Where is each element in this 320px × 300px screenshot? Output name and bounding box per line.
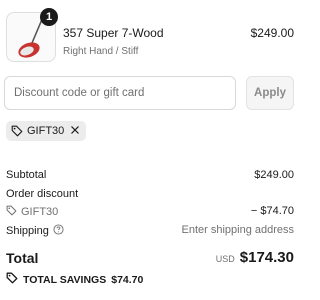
discount-code-input[interactable] xyxy=(4,76,236,110)
order-discount-code-row: GIFT30 − $74.70 xyxy=(6,205,294,219)
shipping-label: Shipping xyxy=(6,225,49,237)
total-label: Total xyxy=(6,250,39,266)
product-name: 357 Super 7-Wood xyxy=(63,26,164,40)
quantity-badge: 1 xyxy=(40,8,58,26)
subtotal-row: Subtotal $249.00 xyxy=(6,169,294,181)
order-discount-row: Order discount xyxy=(6,188,294,200)
order-discount-value: − $74.70 xyxy=(250,205,294,217)
shipping-value: Enter shipping address xyxy=(181,224,294,236)
total-savings-value: $74.70 xyxy=(111,273,144,286)
total-savings-label: TOTAL SAVINGS xyxy=(23,273,107,286)
order-discount-label: Order discount xyxy=(6,188,79,200)
subtotal-value: $249.00 xyxy=(254,169,294,181)
help-circle-icon[interactable] xyxy=(53,224,64,238)
total-amount: $174.30 xyxy=(239,249,294,266)
remove-discount-icon[interactable] xyxy=(70,125,80,138)
shipping-row: Shipping Enter shipping address xyxy=(6,224,294,238)
total-amount-group: USD $174.30 xyxy=(216,249,294,266)
applied-discount-code: GIFT30 xyxy=(27,125,65,137)
tag-icon xyxy=(6,272,18,287)
line-item: 1 357 Super 7-Wood Right Hand / Stiff $2… xyxy=(6,8,294,64)
tag-icon xyxy=(6,205,17,219)
subtotal-label: Subtotal xyxy=(6,169,47,181)
apply-button[interactable]: Apply xyxy=(246,76,294,110)
total-savings: TOTAL SAVINGS $74.70 xyxy=(6,272,143,287)
product-price: $249.00 xyxy=(250,26,294,40)
order-discount-code: GIFT30 xyxy=(21,206,59,218)
applied-discount-chip: GIFT30 xyxy=(6,121,87,141)
tag-icon xyxy=(11,125,23,137)
currency-code: USD xyxy=(215,254,235,264)
product-variant: Right Hand / Stiff xyxy=(63,46,139,57)
